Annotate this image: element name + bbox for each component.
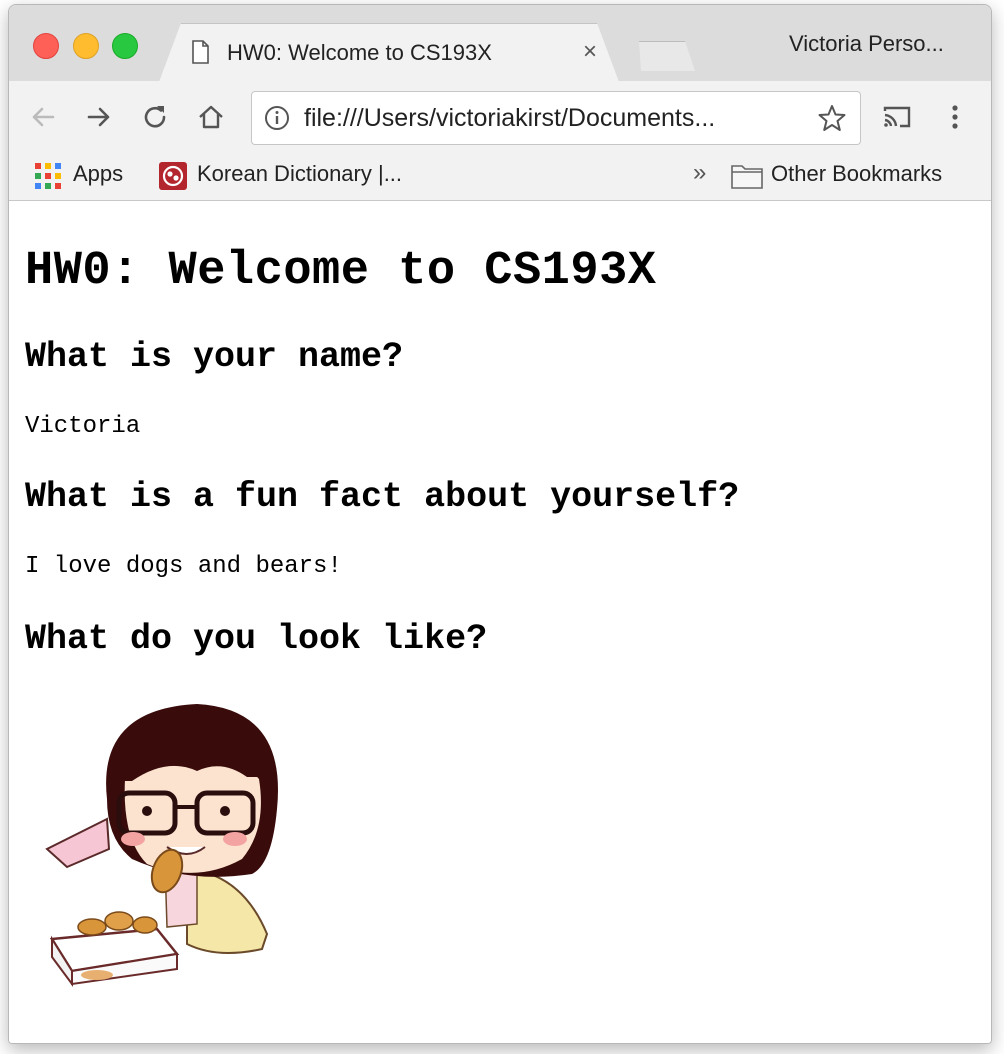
- menu-dots-icon[interactable]: [939, 101, 971, 133]
- bookmarks-bar: Apps Korean Dictionary |... » Other Book…: [9, 153, 991, 201]
- name-question-heading: What is your name?: [25, 337, 404, 377]
- tab-title: HW0: Welcome to CS193X: [227, 40, 492, 65]
- address-bar[interactable]: file:///Users/victoriakirst/Documents...: [251, 91, 861, 145]
- bookmarks-overflow-button[interactable]: »: [693, 159, 706, 187]
- back-arrow-icon[interactable]: [27, 101, 59, 133]
- minimize-window-button[interactable]: [73, 33, 99, 59]
- info-icon[interactable]: [264, 105, 290, 131]
- toolbar: file:///Users/victoriakirst/Documents...: [9, 81, 991, 153]
- url-text[interactable]: file:///Users/victoriakirst/Documents...: [304, 104, 715, 133]
- page-content: HW0: Welcome to CS193X What is your name…: [9, 201, 991, 1043]
- close-window-button[interactable]: [33, 33, 59, 59]
- browser-window: HW0: Welcome to CS193X × Victoria Perso.…: [8, 4, 992, 1044]
- reload-icon[interactable]: [139, 101, 171, 133]
- bookmark-korean-dictionary[interactable]: Korean Dictionary |...: [197, 161, 402, 187]
- folder-icon: [731, 165, 763, 189]
- apps-grid-icon[interactable]: [35, 163, 61, 189]
- bookmark-other-bookmarks[interactable]: Other Bookmarks: [771, 161, 942, 187]
- tab-strip: HW0: Welcome to CS193X × Victoria Perso.…: [9, 5, 991, 82]
- bookmark-star-icon[interactable]: [818, 104, 846, 132]
- avatar-illustration: [45, 704, 278, 988]
- home-icon[interactable]: [195, 101, 227, 133]
- name-answer: Victoria: [25, 413, 141, 440]
- zoom-window-button[interactable]: [112, 33, 138, 59]
- fun-fact-answer: I love dogs and bears!: [25, 553, 342, 580]
- cast-icon[interactable]: [881, 101, 913, 133]
- page-title: HW0: Welcome to CS193X: [25, 245, 657, 298]
- korean-dictionary-favicon: [159, 162, 187, 190]
- tab-close-button[interactable]: ×: [583, 38, 597, 66]
- bookmark-apps[interactable]: Apps: [73, 161, 123, 187]
- forward-arrow-icon[interactable]: [83, 101, 115, 133]
- document-icon: [192, 40, 209, 64]
- profile-button[interactable]: Victoria Perso...: [789, 31, 944, 57]
- appearance-heading: What do you look like?: [25, 619, 488, 659]
- tab-active[interactable]: HW0: Welcome to CS193X ×: [159, 23, 619, 82]
- new-tab-button[interactable]: [639, 41, 695, 71]
- fun-fact-heading: What is a fun fact about yourself?: [25, 477, 740, 517]
